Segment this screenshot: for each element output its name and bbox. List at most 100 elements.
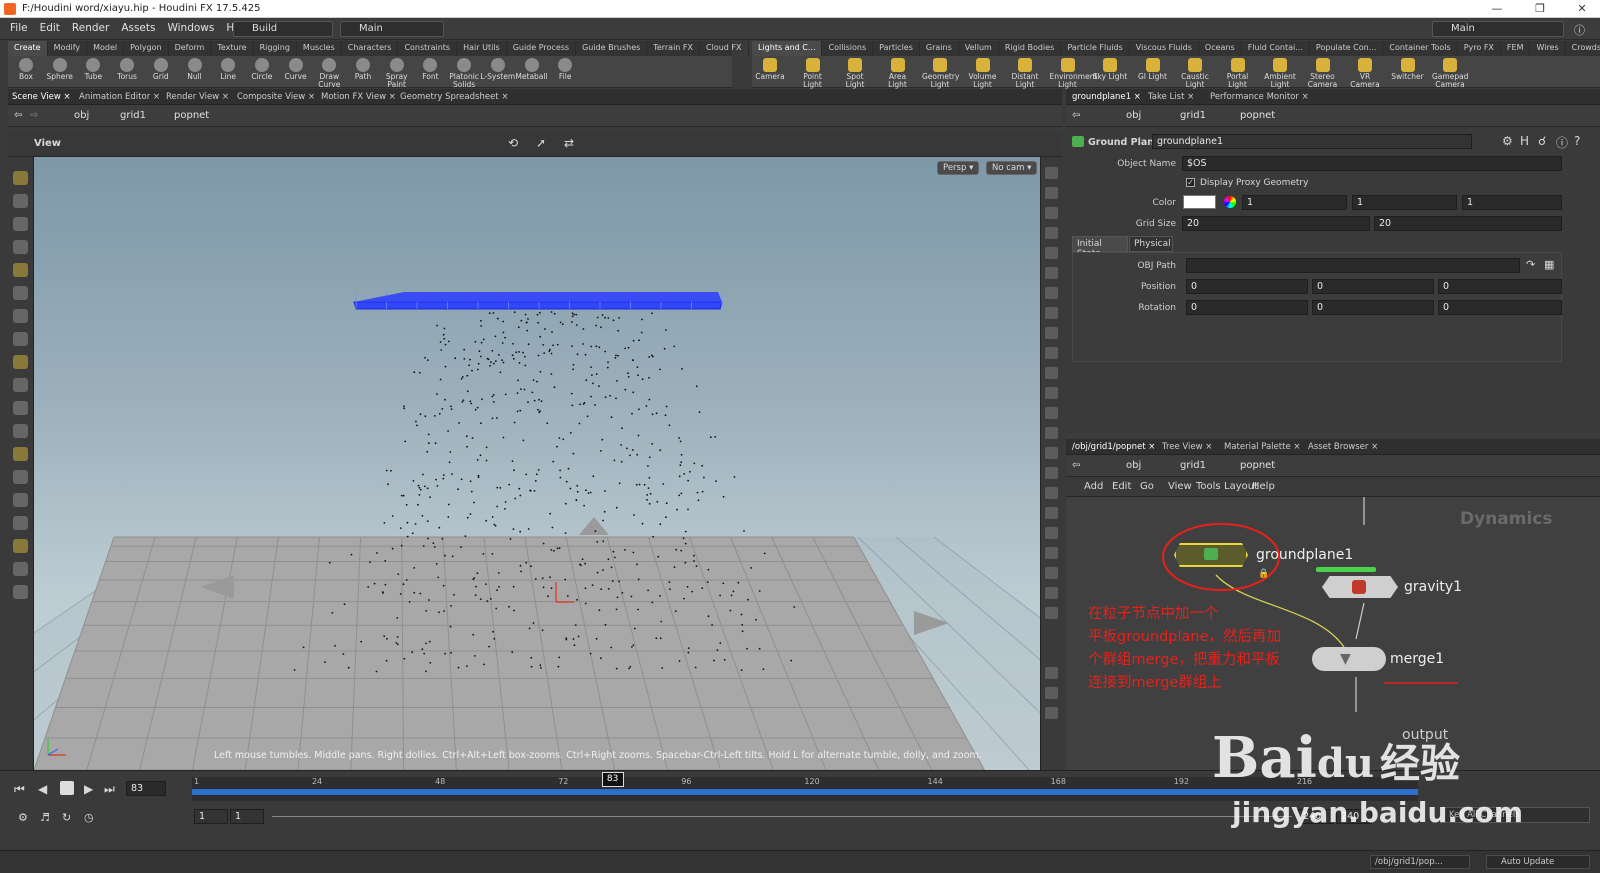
shelf-tab[interactable]: Modify xyxy=(48,41,88,56)
viewer-tool-icon[interactable] xyxy=(13,539,28,553)
viewer-tool-icon[interactable] xyxy=(13,447,28,461)
shelf-tab[interactable]: Constraints xyxy=(398,41,458,56)
desktop-dropdown[interactable]: Build xyxy=(233,21,333,37)
network-menu-help[interactable]: Help xyxy=(1252,481,1275,492)
pane-tab[interactable]: Composite View × xyxy=(237,92,315,102)
net-path-grid1[interactable]: grid1 xyxy=(1180,460,1206,471)
shelf-tool-button[interactable]: Ambient Light xyxy=(1262,57,1298,89)
tab-initial-state[interactable]: Initial State xyxy=(1072,236,1128,259)
shelf-tab[interactable]: Hair Utils xyxy=(457,41,507,56)
display-option-icon[interactable] xyxy=(1045,467,1058,479)
color-swatch[interactable] xyxy=(1183,195,1216,209)
viewer-tool-icon[interactable] xyxy=(13,171,28,185)
shelf-tab[interactable]: Container Tools xyxy=(1383,41,1458,56)
grid-size-y-field[interactable]: 20 xyxy=(1374,216,1562,231)
net-path-obj[interactable]: obj xyxy=(1126,460,1141,471)
display-option-icon[interactable] xyxy=(1045,227,1058,239)
gear-icon[interactable]: ⚙ xyxy=(1502,134,1513,148)
shelf-tool-button[interactable]: Font xyxy=(412,57,448,81)
shelf-tool-button[interactable]: Stereo Camera xyxy=(1305,57,1341,89)
shelf-tool-button[interactable]: Distant Light xyxy=(1007,57,1043,89)
display-option-icon[interactable] xyxy=(1045,387,1058,399)
color-r-field[interactable]: 1 xyxy=(1242,195,1347,210)
right-desktop-dropdown[interactable]: Main xyxy=(1432,21,1564,37)
network-menu-add[interactable]: Add xyxy=(1084,481,1103,492)
shelf-tool-button[interactable]: Line xyxy=(210,57,246,81)
info-icon[interactable]: ⓘ xyxy=(1556,134,1568,151)
display-option-icon[interactable] xyxy=(1045,527,1058,539)
viewer-tool-icon[interactable] xyxy=(13,562,28,576)
shelf-tool-button[interactable]: Path xyxy=(345,57,381,81)
menu-file[interactable]: File xyxy=(10,22,28,34)
pane-tab[interactable]: groundplane1 × xyxy=(1072,92,1141,102)
viewer-tool-icon[interactable] xyxy=(13,401,28,415)
stop-icon[interactable] xyxy=(60,781,74,795)
shelf-tool-button[interactable]: Torus xyxy=(109,57,145,81)
menu-windows[interactable]: Windows xyxy=(167,22,214,34)
shelf-tool-button[interactable]: VR Camera xyxy=(1347,57,1383,89)
shelf-tab[interactable]: Rigid Bodies xyxy=(999,41,1062,56)
display-option-icon[interactable] xyxy=(1045,547,1058,559)
display-option-icon[interactable] xyxy=(1045,327,1058,339)
shelf-tool-button[interactable]: Camera xyxy=(752,57,788,81)
network-menu-view[interactable]: View xyxy=(1168,481,1192,492)
shelf-tool-button[interactable]: Null xyxy=(177,57,213,81)
auto-update-dropdown[interactable]: Auto Update xyxy=(1486,855,1590,869)
shelf-tab[interactable]: Wires xyxy=(1530,41,1566,56)
display-option-icon[interactable] xyxy=(1045,287,1058,299)
shelf-tool-button[interactable]: L-System xyxy=(480,57,516,81)
shelf-tool-button[interactable]: Platonic Solids xyxy=(446,57,482,89)
shelf-tab[interactable]: Terrain FX xyxy=(647,41,701,56)
viewer-tool-icon[interactable] xyxy=(13,493,28,507)
menu-assets[interactable]: Assets xyxy=(121,22,155,34)
param-help-icon[interactable]: ? xyxy=(1574,134,1580,148)
help-icon[interactable]: ⓘ xyxy=(1574,22,1585,38)
shelf-tool-button[interactable]: Curve xyxy=(278,57,314,81)
shelf-tab[interactable]: Particle Fluids xyxy=(1061,41,1130,56)
path-grid1[interactable]: grid1 xyxy=(120,110,146,121)
shelf-tab[interactable]: Polygon xyxy=(124,41,169,56)
shelf-tab[interactable]: Oceans xyxy=(1199,41,1242,56)
shelf-tool-button[interactable]: Switcher xyxy=(1390,57,1426,81)
network-menu-tools[interactable]: Tools xyxy=(1196,481,1221,492)
obj-path-field[interactable] xyxy=(1186,258,1520,273)
shelf-tool-button[interactable]: Area Light xyxy=(880,57,916,89)
viewer-tool-icon[interactable] xyxy=(13,309,28,323)
display-option-icon[interactable] xyxy=(1045,207,1058,219)
pane-tab[interactable]: Performance Monitor × xyxy=(1210,92,1309,102)
pane-tab[interactable]: Tree View × xyxy=(1162,442,1212,452)
close-icon[interactable]: ✕ xyxy=(1570,1,1594,17)
shelf-tool-button[interactable]: Caustic Light xyxy=(1177,57,1213,89)
shelf-tab[interactable]: Populate Con... xyxy=(1310,41,1384,56)
display-option-icon[interactable] xyxy=(1045,607,1058,619)
viewer-tool-icon[interactable] xyxy=(13,516,28,530)
viewer-tool-icon[interactable] xyxy=(13,424,28,438)
shelf-tab[interactable]: Rigging xyxy=(254,41,297,56)
jump-end-icon[interactable]: ⏭ xyxy=(104,782,115,797)
shelf-tab[interactable]: Fluid Contai... xyxy=(1242,41,1310,56)
shelf-tool-button[interactable]: Point Light xyxy=(795,57,831,89)
viewer-tool-icon[interactable] xyxy=(13,378,28,392)
shelf-tool-button[interactable]: Draw Curve xyxy=(311,57,347,89)
shelf-tool-button[interactable]: Sphere xyxy=(42,57,78,81)
param-path-obj[interactable]: obj xyxy=(1126,110,1141,121)
network-menu-edit[interactable]: Edit xyxy=(1112,481,1131,492)
shelf-tab[interactable]: Guide Process xyxy=(507,41,577,56)
persp-button[interactable]: Persp ▾ xyxy=(937,161,980,175)
display-option-icon[interactable] xyxy=(1045,667,1058,679)
3d-viewport[interactable]: Persp ▾ No cam ▾ xyxy=(34,157,1040,770)
network-menu-go[interactable]: Go xyxy=(1140,481,1154,492)
net-path-popnet[interactable]: popnet xyxy=(1240,460,1275,471)
rotation-x-field[interactable]: 0 xyxy=(1186,300,1308,315)
viewer-tool-icon[interactable] xyxy=(13,355,28,369)
color-b-field[interactable]: 1 xyxy=(1462,195,1562,210)
pane-tab[interactable]: Motion FX View × xyxy=(321,92,396,102)
current-frame-field[interactable]: 83 xyxy=(126,781,166,796)
shelf-tab[interactable]: Viscous Fluids xyxy=(1130,41,1199,56)
shelf-tool-button[interactable]: Spray Paint xyxy=(379,57,415,89)
viewer-tool-icon[interactable] xyxy=(13,194,28,208)
display-option-icon[interactable] xyxy=(1045,707,1058,719)
display-option-icon[interactable] xyxy=(1045,447,1058,459)
position-x-field[interactable]: 0 xyxy=(1186,279,1308,294)
shelf-tab[interactable]: Create xyxy=(8,41,48,56)
